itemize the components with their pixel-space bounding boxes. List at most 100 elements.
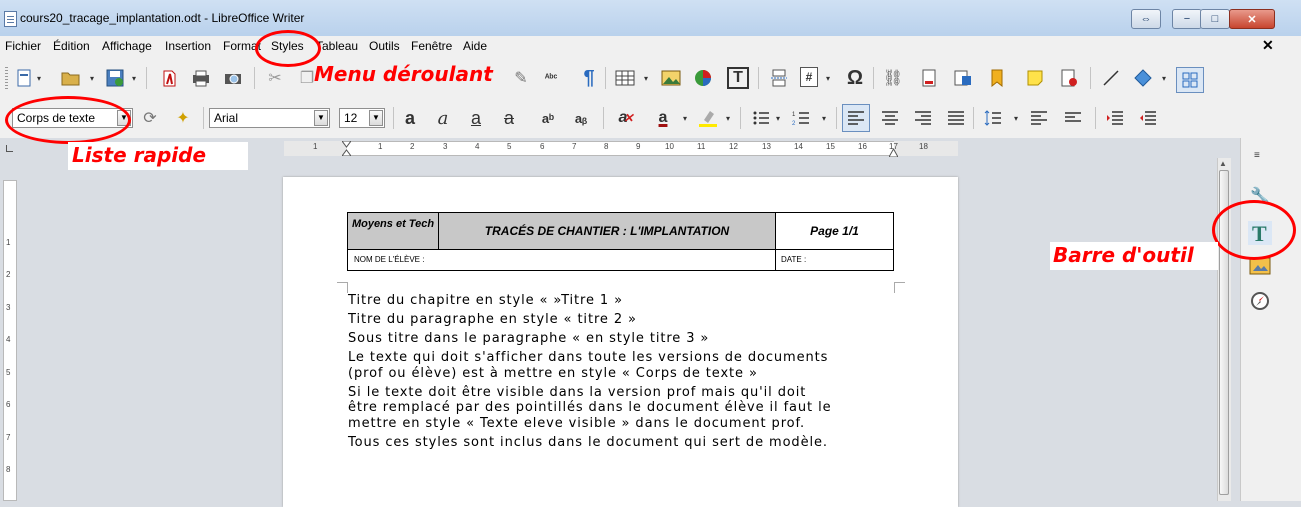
menu-edition[interactable]: Édition <box>53 39 90 53</box>
chevron-down-icon[interactable]: ▾ <box>1014 114 1020 123</box>
insert-line-icon[interactable] <box>1100 67 1122 89</box>
header-page-cell[interactable]: Page 1/1 <box>775 212 894 250</box>
line-spacing-icon[interactable] <box>982 107 1004 129</box>
insert-field-icon[interactable]: # <box>800 67 818 87</box>
align-left-icon[interactable] <box>842 104 870 132</box>
body-paragraph[interactable]: Titre du chapitre en style « »Titre 1 » <box>348 293 623 309</box>
decrease-paragraph-spacing-icon[interactable] <box>1062 107 1084 129</box>
insert-text-box-icon[interactable]: T <box>727 67 749 89</box>
chevron-down-icon[interactable]: ▾ <box>1162 74 1168 83</box>
new-document-icon[interactable] <box>14 67 36 89</box>
chevron-down-icon[interactable]: ▾ <box>683 114 689 123</box>
draw-functions-icon[interactable] <box>1176 67 1204 93</box>
svg-text:2: 2 <box>792 121 796 126</box>
navigator-icon[interactable] <box>1250 291 1270 311</box>
chevron-down-icon[interactable]: ▾ <box>644 74 650 83</box>
body-paragraph[interactable]: Sous titre dans le paragraphe « en style… <box>348 331 709 347</box>
font-name-combo[interactable]: Arial ▼ <box>209 108 330 128</box>
export-pdf-icon[interactable] <box>158 67 180 89</box>
align-center-icon[interactable] <box>879 107 901 129</box>
menu-tableau[interactable]: Tableau <box>316 39 358 53</box>
tab-stop-selector[interactable] <box>6 145 13 152</box>
align-right-icon[interactable] <box>912 107 934 129</box>
spellcheck-icon[interactable]: ᴬᵇᶜ <box>540 67 562 89</box>
italic-icon[interactable]: a <box>432 107 454 129</box>
toolbar-grip[interactable] <box>5 67 8 89</box>
bold-icon[interactable]: a <box>399 107 421 129</box>
switch-app-button[interactable]: ⇔ <box>1131 9 1161 29</box>
subscript-icon[interactable]: aᵦ <box>570 107 592 129</box>
clone-formatting-icon[interactable]: ✎ <box>510 67 532 89</box>
menu-outils[interactable]: Outils <box>369 39 400 53</box>
cut-icon[interactable]: ✂ <box>264 67 286 89</box>
close-document-button[interactable]: ✕ <box>1262 37 1274 54</box>
chevron-down-icon[interactable]: ▼ <box>369 110 383 126</box>
chevron-down-icon[interactable]: ▾ <box>37 74 43 83</box>
menu-insertion[interactable]: Insertion <box>165 39 211 53</box>
minimize-button[interactable]: − <box>1172 9 1202 29</box>
hyperlink-icon[interactable]: ⛓ <box>882 67 904 89</box>
insert-table-icon[interactable] <box>614 67 636 89</box>
menu-affichage[interactable]: Affichage <box>102 39 152 53</box>
decrease-indent-icon[interactable] <box>1137 107 1159 129</box>
header-title-cell[interactable]: TRACÉS DE CHANTIER : L'IMPLANTATION <box>438 212 776 250</box>
clear-formatting-icon[interactable]: a ✕ <box>615 107 637 129</box>
writer-document-icon <box>4 11 17 27</box>
print-icon[interactable] <box>190 67 212 89</box>
header-subject-cell[interactable]: Moyens et Tech <box>347 212 439 250</box>
endnote-icon[interactable] <box>952 67 974 89</box>
superscript-icon[interactable]: aᵇ <box>537 107 559 129</box>
special-character-icon[interactable]: Ω <box>844 67 866 89</box>
body-paragraph[interactable]: (prof ou élève) est à mettre en style « … <box>348 366 758 382</box>
student-name-cell[interactable]: NOM DE L'ÉLÈVE : <box>347 249 776 271</box>
chevron-down-icon[interactable]: ▾ <box>90 74 96 83</box>
sidebar-menu-icon[interactable]: ≡ <box>1254 150 1260 161</box>
menu-aide[interactable]: Aide <box>463 39 487 53</box>
indent-marker[interactable] <box>341 140 352 157</box>
body-paragraph[interactable]: Le texte qui doit s'afficher dans toute … <box>348 350 828 366</box>
chevron-down-icon[interactable]: ▾ <box>826 74 832 83</box>
menu-fenetre[interactable]: Fenêtre <box>411 39 452 53</box>
basic-shapes-icon[interactable] <box>1132 67 1154 89</box>
save-icon[interactable] <box>104 67 126 89</box>
chevron-down-icon[interactable]: ▼ <box>314 110 328 126</box>
menu-fichier[interactable]: Fichier <box>5 39 41 53</box>
horizontal-ruler[interactable] <box>284 141 958 156</box>
insert-image-icon[interactable] <box>660 67 682 89</box>
footnote-icon[interactable] <box>918 67 940 89</box>
body-paragraph[interactable]: être remplacé par des pointillés dans le… <box>348 400 832 416</box>
body-paragraph[interactable]: Si le texte doit être visible dans la ve… <box>348 385 806 401</box>
increase-paragraph-spacing-icon[interactable] <box>1028 107 1050 129</box>
bookmark-icon[interactable] <box>986 67 1008 89</box>
underline-icon[interactable]: a <box>465 107 487 129</box>
chevron-down-icon[interactable]: ▾ <box>776 114 782 123</box>
body-paragraph[interactable]: Tous ces styles sont inclus dans le docu… <box>348 435 828 451</box>
font-color-icon[interactable]: a <box>652 107 674 129</box>
chevron-down-icon[interactable]: ▾ <box>132 74 138 83</box>
close-window-button[interactable]: ✕ <box>1229 9 1275 29</box>
bullet-list-icon[interactable] <box>750 107 772 129</box>
scroll-up-icon[interactable]: ▲ <box>1219 159 1227 168</box>
highlight-color-icon[interactable] <box>697 107 719 129</box>
body-paragraph[interactable]: mettre en style « Texte eleve visible » … <box>348 416 805 432</box>
chevron-down-icon[interactable]: ▾ <box>822 114 828 123</box>
formatting-marks-icon[interactable]: ¶ <box>578 67 600 89</box>
font-size-combo[interactable]: 12 ▼ <box>339 108 385 128</box>
increase-indent-icon[interactable] <box>1104 107 1126 129</box>
strikethrough-icon[interactable]: a <box>498 107 520 129</box>
update-style-icon[interactable]: ⟳ <box>139 107 161 129</box>
new-style-icon[interactable]: ✦ <box>172 107 194 129</box>
maximize-button[interactable]: □ <box>1200 9 1230 29</box>
body-paragraph[interactable]: Titre du paragraphe en style « titre 2 » <box>348 312 637 328</box>
page-break-icon[interactable] <box>768 67 790 89</box>
numbered-list-icon[interactable]: 12 <box>790 107 812 129</box>
track-changes-icon[interactable] <box>1058 67 1080 89</box>
open-folder-icon[interactable] <box>60 67 82 89</box>
justify-icon[interactable] <box>945 107 967 129</box>
ruler-number: 14 <box>794 142 803 151</box>
insert-chart-icon[interactable] <box>692 67 714 89</box>
comment-icon[interactable] <box>1024 67 1046 89</box>
chevron-down-icon[interactable]: ▾ <box>726 114 732 123</box>
print-preview-icon[interactable] <box>222 67 244 89</box>
date-cell[interactable]: DATE : <box>775 249 894 271</box>
